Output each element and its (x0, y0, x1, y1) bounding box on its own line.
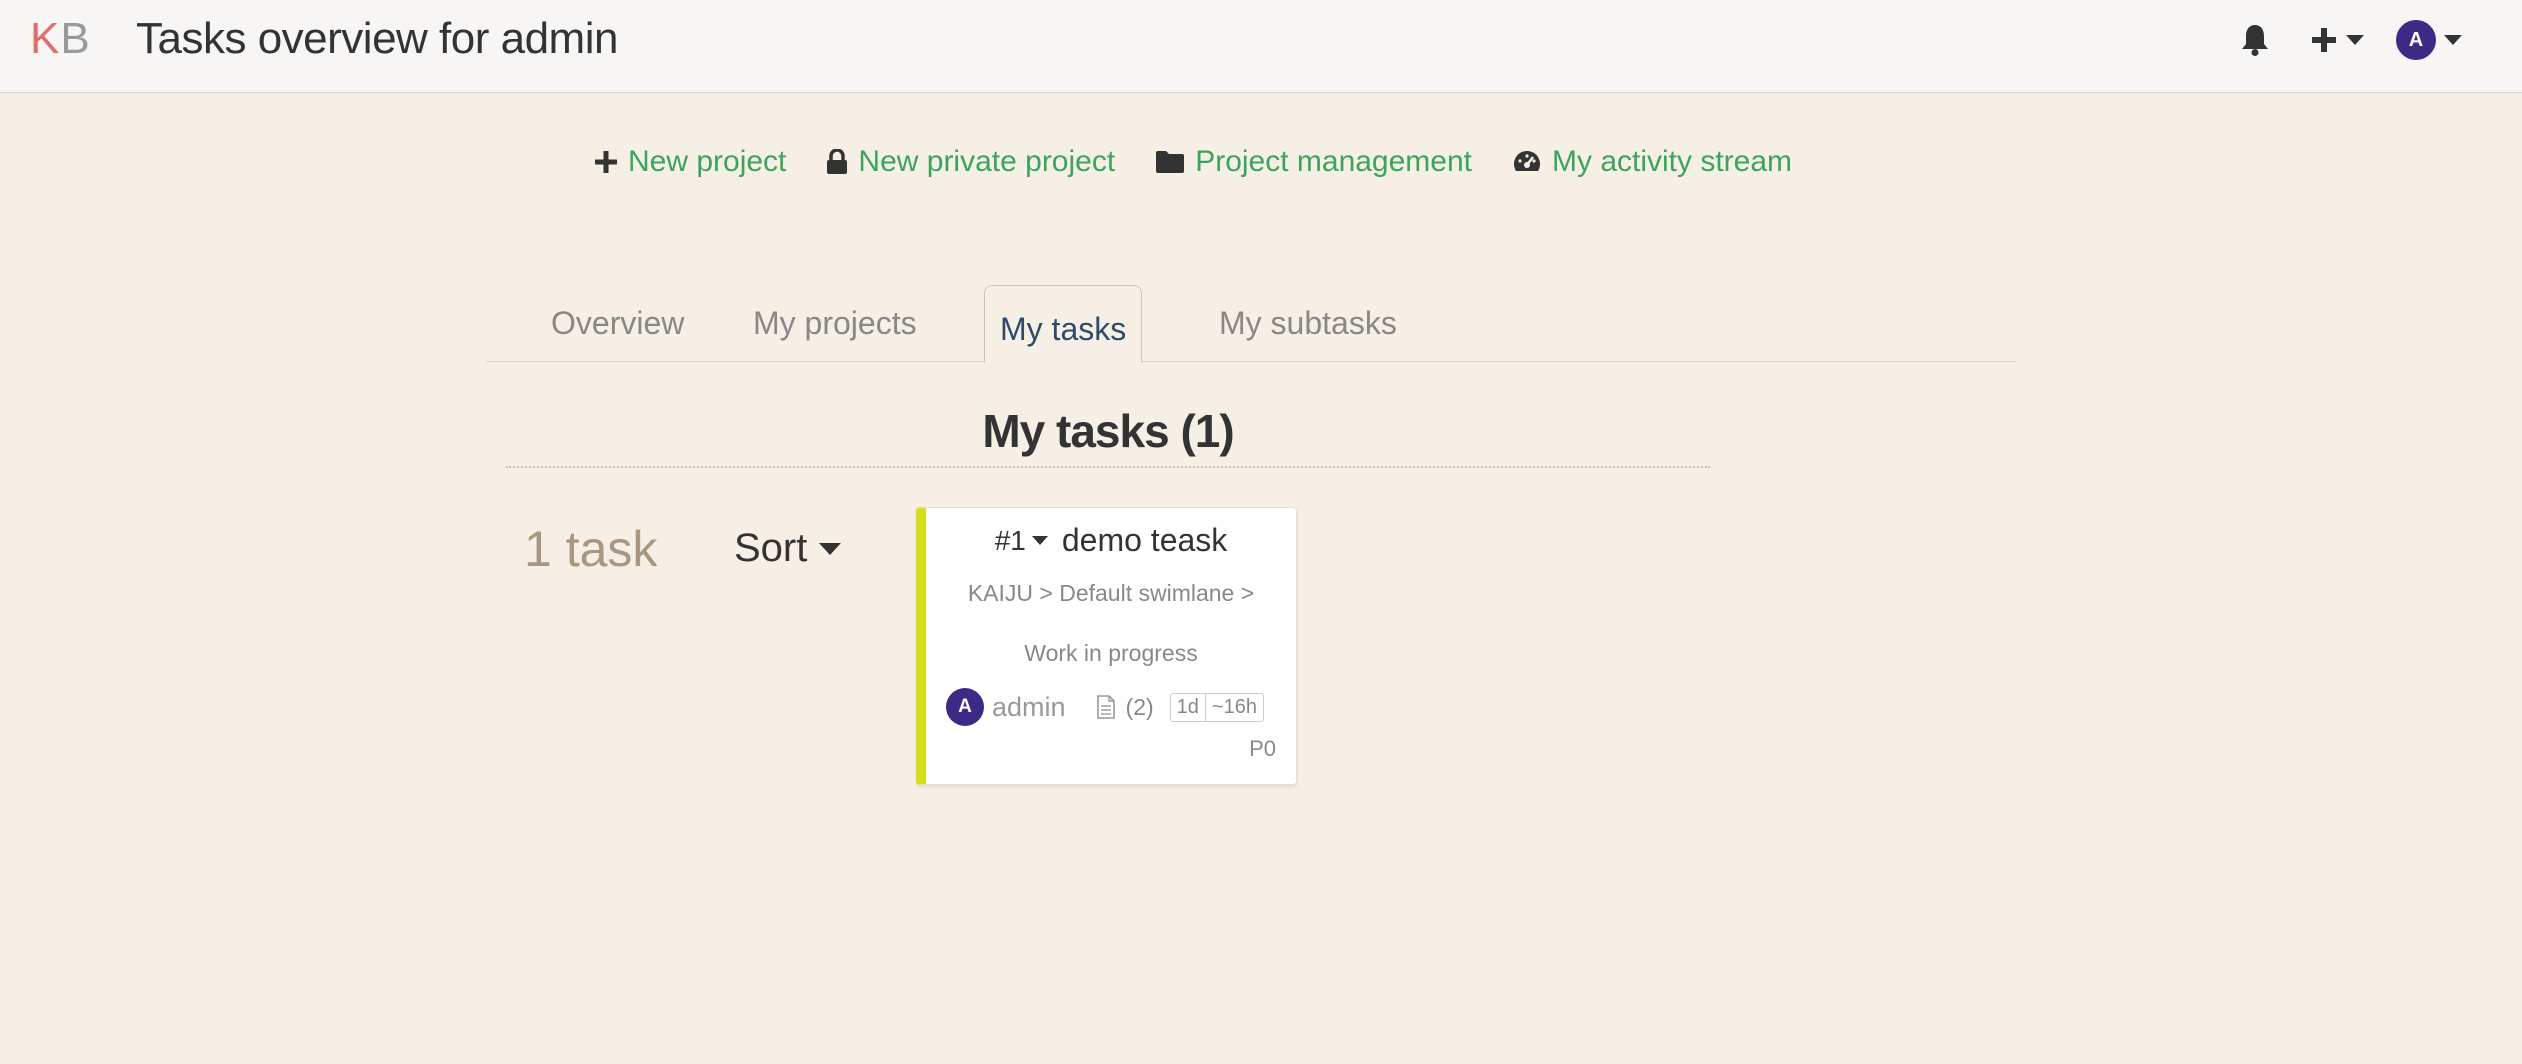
tab-my-tasks[interactable]: My tasks (984, 285, 1143, 363)
create-menu-button[interactable] (2310, 18, 2364, 62)
description-count: (2) (1125, 693, 1154, 720)
dashboard-icon (1513, 150, 1541, 171)
chevron-down-icon (2346, 35, 2364, 45)
task-priority: P0 (1249, 736, 1276, 761)
new-project-label: New project (628, 145, 787, 178)
task-count: 1 task (524, 521, 658, 577)
lock-icon (827, 149, 848, 174)
user-menu-button[interactable]: A (2396, 18, 2462, 62)
dashboard-tabs: Overview My projects My tasks My subtask… (486, 284, 2016, 363)
notifications-button[interactable] (2240, 18, 2270, 62)
project-management-link[interactable]: Project management (1155, 145, 1472, 179)
assignee-avatar: A (946, 688, 984, 726)
page-title: Tasks overview for admin (136, 14, 618, 63)
time-spent: ~16h (1204, 693, 1263, 721)
plus-icon (2312, 28, 2336, 52)
logo-letter-b: B (60, 14, 91, 63)
task-path: KAIJU > Default swimlane > (967, 580, 1255, 606)
new-project-link[interactable]: New project (594, 145, 786, 179)
section-title: My tasks (1) (982, 405, 1234, 457)
task-card-footer: A admin (2) 1d ~16h (946, 688, 1286, 726)
tab-my-projects[interactable]: My projects (753, 284, 917, 362)
kanboard-logo[interactable]: KB (30, 14, 91, 64)
sort-label: Sort (734, 526, 808, 570)
new-private-project-label: New private project (858, 145, 1116, 178)
tab-overview[interactable]: Overview (551, 284, 684, 362)
chevron-down-icon (2444, 35, 2462, 45)
activity-stream-label: My activity stream (1552, 145, 1793, 178)
bell-icon (2242, 25, 2268, 56)
task-card-header: #1 demo teask (926, 522, 1296, 559)
task-id-dropdown[interactable]: #1 (995, 525, 1048, 557)
new-private-project-link[interactable]: New private project (826, 145, 1115, 179)
folder-icon (1156, 151, 1185, 173)
description-icon[interactable] (1096, 695, 1116, 719)
tab-my-subtasks[interactable]: My subtasks (1219, 284, 1397, 362)
project-actions: New project New private project Project … (594, 145, 1792, 179)
plus-icon (595, 151, 617, 173)
time-tracking-badge: 1d ~16h (1169, 692, 1264, 722)
activity-stream-link[interactable]: My activity stream (1512, 145, 1792, 179)
sort-dropdown[interactable]: Sort (734, 526, 842, 571)
task-id: #1 (994, 524, 1026, 556)
chevron-down-icon (1031, 536, 1048, 545)
user-avatar: A (2396, 20, 2436, 60)
assignee-name: admin (992, 691, 1066, 722)
logo-letter-k: K (30, 14, 61, 63)
section-divider (506, 466, 1710, 468)
task-card[interactable]: #1 demo teask KAIJU > Default swimlane >… (916, 507, 1297, 785)
time-estimated: 1d (1176, 695, 1199, 718)
task-title[interactable]: demo teask (1062, 522, 1227, 559)
top-header: KB Tasks overview for admin A (0, 0, 2522, 93)
chevron-down-icon (819, 542, 842, 555)
project-management-label: Project management (1195, 145, 1472, 178)
task-column: Work in progress (1024, 640, 1198, 666)
